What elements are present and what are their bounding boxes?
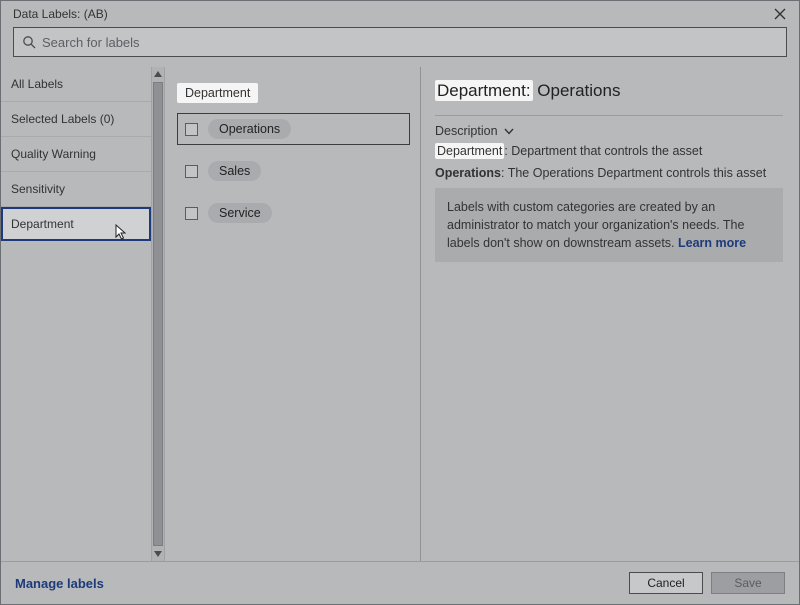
sidebar-scrollbar[interactable]	[151, 67, 165, 561]
sidebar-item-selected-labels[interactable]: Selected Labels (0)	[1, 102, 151, 137]
sidebar-item-department[interactable]: Department	[1, 207, 151, 241]
desc-dept-label: Department	[435, 143, 504, 159]
label-row-sales[interactable]: Sales	[177, 155, 410, 187]
sidebar-item-sensitivity[interactable]: Sensitivity	[1, 172, 151, 207]
learn-more-link[interactable]: Learn more	[678, 236, 746, 250]
sidebar-item-label: Department	[11, 217, 74, 231]
label-pill: Operations	[208, 119, 291, 139]
search-bar	[1, 27, 799, 67]
description-value: Operations: The Operations Department co…	[435, 166, 783, 180]
detail-title-value: Operations	[537, 81, 620, 100]
desc-value-text: : The Operations Department controls thi…	[501, 166, 766, 180]
data-labels-dialog: Data Labels: (AB) All Labels Selected La…	[0, 0, 800, 605]
label-row-service[interactable]: Service	[177, 197, 410, 229]
chevron-down-icon	[504, 128, 514, 135]
manage-labels-link[interactable]: Manage labels	[15, 576, 104, 591]
sidebar-item-label: All Labels	[11, 77, 63, 91]
dialog-body: All Labels Selected Labels (0) Quality W…	[1, 67, 799, 561]
sidebar-item-quality-warning[interactable]: Quality Warning	[1, 137, 151, 172]
sidebar: All Labels Selected Labels (0) Quality W…	[1, 67, 151, 561]
search-input[interactable]	[42, 35, 778, 50]
label-list: Operations Sales Service	[177, 113, 410, 229]
info-box: Labels with custom categories are create…	[435, 188, 783, 262]
label-pill: Sales	[208, 161, 261, 181]
close-icon[interactable]	[773, 7, 787, 21]
footer: Manage labels Cancel Save	[1, 561, 799, 604]
label-row-operations[interactable]: Operations	[177, 113, 410, 145]
scroll-thumb[interactable]	[153, 82, 163, 546]
sidebar-item-label: Sensitivity	[11, 182, 65, 196]
sidebar-item-all-labels[interactable]: All Labels	[1, 67, 151, 102]
sidebar-item-label: Quality Warning	[11, 147, 96, 161]
titlebar: Data Labels: (AB)	[1, 1, 799, 27]
detail-title: Department: Operations	[435, 81, 783, 101]
detail-title-prefix: Department:	[435, 80, 533, 101]
cursor-icon	[115, 224, 129, 245]
category-name: Department	[177, 83, 258, 103]
search-icon	[22, 35, 36, 49]
label-pill: Service	[208, 203, 272, 223]
cancel-button[interactable]: Cancel	[629, 572, 703, 594]
desc-dept-text: : Department that controls the asset	[504, 144, 702, 158]
details-panel: Department: Operations Description Depar…	[421, 67, 799, 561]
sidebar-item-label: Selected Labels (0)	[11, 112, 114, 126]
divider	[435, 115, 783, 116]
save-button[interactable]: Save	[711, 572, 785, 594]
scroll-up-icon[interactable]	[151, 67, 165, 81]
search-input-wrap[interactable]	[13, 27, 787, 57]
desc-value-label: Operations	[435, 166, 501, 180]
checkbox[interactable]	[185, 207, 198, 220]
scroll-down-icon[interactable]	[151, 547, 165, 561]
description-department: Department: Department that controls the…	[435, 144, 783, 158]
label-list-panel: Department Operations Sales Service	[165, 67, 421, 561]
checkbox[interactable]	[185, 165, 198, 178]
description-toggle[interactable]: Description	[435, 124, 783, 138]
description-header: Description	[435, 124, 498, 138]
dialog-title: Data Labels: (AB)	[13, 7, 108, 21]
checkbox[interactable]	[185, 123, 198, 136]
